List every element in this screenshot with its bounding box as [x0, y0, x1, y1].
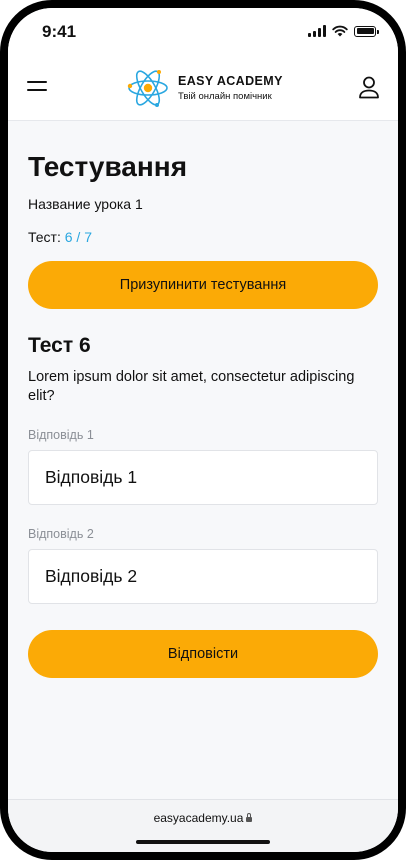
- url-row: easyacademy.ua: [8, 811, 398, 825]
- answer-option-label: Відповідь 1: [28, 428, 94, 442]
- logo[interactable]: EASY ACADEMY Твій онлайн помічник: [126, 66, 283, 110]
- answer-option-label: Відповідь 2: [28, 527, 94, 541]
- main-content: Тестування Название урока 1 Тест: 6 / 7 …: [28, 120, 378, 678]
- answer-option-2[interactable]: Відповідь 2: [28, 549, 378, 604]
- menu-button[interactable]: [27, 79, 49, 97]
- signal-icon: [308, 25, 326, 37]
- answer-option-1[interactable]: Відповідь 1: [28, 450, 378, 505]
- test-progress: Тест: 6 / 7: [28, 229, 378, 245]
- home-indicator[interactable]: [136, 840, 270, 844]
- progress-label: Тест:: [28, 229, 61, 245]
- profile-button[interactable]: [358, 75, 380, 101]
- lock-icon: [246, 813, 253, 822]
- submit-answer-button[interactable]: Відповісти: [28, 630, 378, 678]
- lesson-name: Название урока 1: [28, 196, 143, 212]
- page-title: Тестування: [28, 151, 188, 182]
- url-text: easyacademy.ua: [153, 811, 244, 825]
- status-bar: 9:41: [8, 8, 398, 56]
- pause-test-button[interactable]: Призупинити тестування: [28, 261, 378, 309]
- atom-logo-icon: [127, 70, 168, 107]
- browser-url-bar[interactable]: easyacademy.ua: [8, 799, 398, 852]
- phone-frame: 9:41 EASY ACADEMY Твій онлайн помічник Т…: [0, 0, 406, 860]
- question-text: Lorem ipsum dolor sit amet, consectetur …: [28, 369, 355, 404]
- menu-icon: [27, 81, 47, 83]
- question-title: Тест 6: [28, 334, 91, 357]
- status-time: 9:41: [42, 22, 77, 41]
- brand-name: EASY ACADEMY: [178, 74, 283, 88]
- status-icons: [308, 25, 379, 37]
- battery-icon: [354, 25, 379, 37]
- brand-tagline: Твій онлайн помічник: [178, 91, 272, 102]
- wifi-icon: [332, 25, 348, 37]
- progress-value: 6 / 7: [64, 229, 92, 245]
- user-icon: [359, 76, 379, 99]
- app-header: EASY ACADEMY Твій онлайн помічник: [8, 56, 398, 121]
